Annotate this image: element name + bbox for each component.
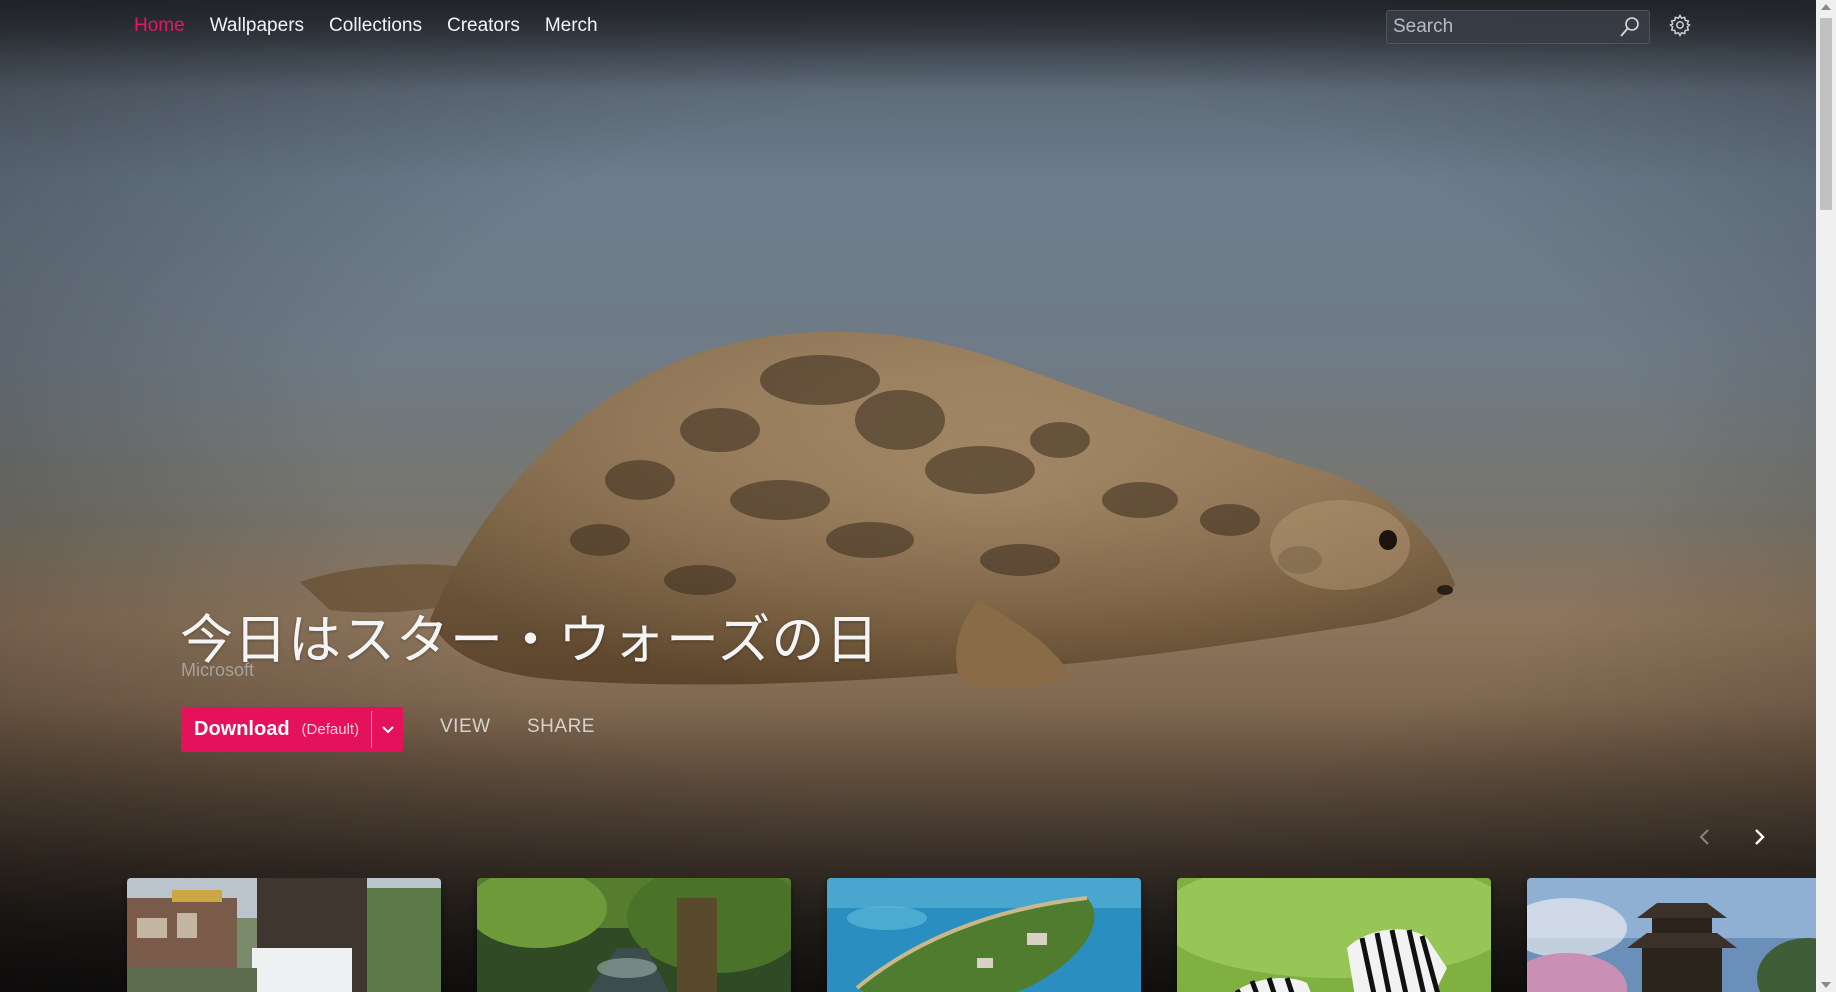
vertical-scrollbar[interactable] — [1816, 0, 1836, 992]
nav-item-collections[interactable]: Collections — [329, 14, 422, 38]
scroll-up-arrow-icon[interactable] — [1821, 4, 1831, 10]
download-default-label: (Default) — [301, 721, 360, 738]
chevron-left-icon[interactable] — [1696, 826, 1714, 848]
thumbnail-forest-stream[interactable] — [477, 878, 791, 992]
thumbnail-tree-poster[interactable] — [127, 878, 441, 992]
thumbnail-island-aerial[interactable] — [827, 878, 1141, 992]
search-box — [1386, 10, 1650, 44]
hero-vignette — [0, 0, 1816, 992]
thumbnail-pagoda[interactable] — [1527, 878, 1816, 992]
nav-item-home[interactable]: Home — [134, 14, 185, 38]
main-nav: Home Wallpapers Collections Creators Mer… — [134, 14, 623, 38]
chevron-down-icon — [381, 725, 394, 733]
chevron-right-icon[interactable] — [1750, 826, 1768, 848]
download-label: Download — [194, 718, 290, 740]
gear-icon[interactable] — [1668, 13, 1692, 37]
thumbnail-strip — [0, 878, 1816, 992]
hero-title: 今日はスター・ウォーズの日 — [180, 610, 880, 671]
scroll-down-arrow-icon[interactable] — [1821, 982, 1831, 988]
nav-item-creators[interactable]: Creators — [447, 14, 520, 38]
search-input[interactable] — [1387, 11, 1619, 43]
nav-item-merch[interactable]: Merch — [545, 14, 598, 38]
download-options-button[interactable] — [372, 707, 403, 752]
view-button[interactable]: VIEW — [440, 716, 491, 738]
download-button[interactable]: Download (Default) — [181, 707, 371, 752]
hero-image — [0, 0, 1816, 992]
share-button[interactable]: SHARE — [527, 716, 595, 738]
top-navigation-bar: Home Wallpapers Collections Creators Mer… — [0, 0, 1816, 54]
search-icon[interactable] — [1619, 16, 1641, 38]
scrollbar-thumb[interactable] — [1820, 18, 1832, 210]
nav-item-wallpapers[interactable]: Wallpapers — [210, 14, 304, 38]
download-split-button: Download (Default) — [181, 707, 404, 752]
thumbnail-zebras[interactable] — [1177, 878, 1491, 992]
hero-credit[interactable]: Microsoft — [181, 660, 254, 681]
